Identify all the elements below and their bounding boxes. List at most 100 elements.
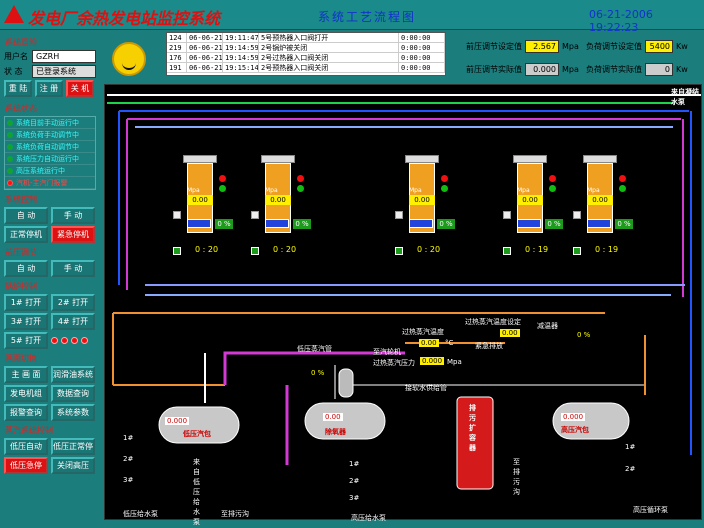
boiler-unit[interactable]: 0.00 Mpa 0 % 0 : 20 (173, 155, 233, 275)
motor-icon[interactable] (251, 247, 259, 255)
boiler-cap-icon (583, 155, 617, 163)
lube-oil-button[interactable]: 润滑油系统 (51, 366, 95, 383)
status-led-icon (549, 185, 556, 192)
boiler-pressure-unit: Mpa (265, 187, 278, 194)
system-params-button[interactable]: 系统参数 (51, 404, 95, 421)
boiler-pressure-value: 0.00 (587, 195, 613, 205)
deaerator-pct: 0 % (311, 369, 325, 377)
status-section-title: 系统状态 (5, 104, 37, 113)
normal-stop-button[interactable]: 正常停机 (4, 226, 48, 243)
register-button[interactable]: 注 册 (35, 80, 63, 97)
log-cell: 2号过热器入口阀关闭 (259, 53, 399, 62)
log-cell: 06-06-21 (189, 43, 223, 52)
boiler-pressure-value: 0.00 (187, 195, 213, 205)
boiler-pct: 0 % (615, 219, 633, 229)
front-pressure-actual-value: 0.000 (525, 63, 559, 76)
boiler-level-bar (187, 219, 211, 228)
boiler-pressure-unit: Mpa (517, 187, 530, 194)
control-sidebar: 系统冒险 用户名 GZRH 状 态 已登录系统 重 陆 注 册 关 机 系统状态… (0, 34, 100, 528)
boiler-level-bar (517, 219, 541, 228)
furnace-2-open-button[interactable]: 2# 打开 (51, 294, 95, 311)
manual-button[interactable]: 手 动 (51, 207, 95, 224)
log-cell: 0:00:00 (399, 63, 445, 72)
motor-icon[interactable] (503, 247, 511, 255)
motor-icon[interactable] (173, 247, 181, 255)
circ-pump-2-label: 2# (625, 465, 636, 473)
log-cell: 19:14:59 (225, 43, 259, 52)
boiler-unit[interactable]: 0.00 Mpa 0 % 0 : 19 (573, 155, 633, 275)
boiler-level-bar (587, 219, 611, 228)
front-pressure-setpoint-value[interactable]: 2.567 (525, 40, 559, 53)
motor-icon[interactable] (395, 247, 403, 255)
log-cell: 0:00:00 (399, 43, 445, 52)
emergency-stop-button[interactable]: 紧急停机 (51, 226, 95, 243)
boiler-unit[interactable]: 0.00 Mpa 0 % 0 : 20 (251, 155, 311, 275)
valve-icon[interactable] (395, 211, 403, 219)
furnace-3-open-button[interactable]: 3# 打开 (4, 313, 48, 330)
alarm-query-button[interactable]: 报警查询 (4, 404, 48, 421)
valve-icon[interactable] (173, 211, 181, 219)
status-led-icon (441, 175, 448, 182)
relogin-button[interactable]: 重 陆 (4, 80, 32, 97)
main-screen-button[interactable]: 主 画 面 (4, 366, 48, 383)
boiler-unit[interactable]: 0.00 Mpa 0 % 0 : 20 (395, 155, 455, 275)
low-feed-pump-label: 低压给水泵 (123, 510, 158, 518)
login-status-field: 已登录系统 (32, 65, 96, 78)
control-section-title: 系统控制 (5, 195, 37, 204)
superheat-setting-value[interactable]: 0.00 (500, 329, 520, 337)
status-led-icon (219, 175, 226, 182)
pressure-manual-button[interactable]: 手 动 (51, 260, 95, 277)
process-flow-diagram: 来自凝结水泵 0.00 Mpa 0 % 0 : 20 0.00 Mpa 0 % 0 : 20 0… (104, 84, 702, 526)
data-query-button[interactable]: 数据查询 (51, 385, 95, 402)
high-pump-2-label: 2# (349, 477, 360, 485)
furnace-1-open-button[interactable]: 1# 打开 (4, 294, 48, 311)
pipe-network (107, 94, 701, 490)
blowdown-tank-label: 排污扩容器 (469, 404, 476, 452)
mascot-icon (112, 42, 146, 76)
valve-icon[interactable] (251, 211, 259, 219)
furnace-4-open-button[interactable]: 4# 打开 (51, 313, 95, 330)
load-setpoint-value[interactable]: 5400 (645, 40, 673, 53)
high-drum-value: 0.000 (561, 413, 586, 421)
to-drain-label: 至排污沟 (221, 510, 249, 518)
log-cell: 19:11:47 (225, 33, 259, 42)
status-led-icon (549, 175, 556, 182)
high-feed-pump-label: 高压给水泵 (351, 514, 386, 522)
status-label: 状 态 (4, 67, 23, 76)
pressure-auto-button[interactable]: 自 动 (4, 260, 48, 277)
low-drum-value: 0.000 (165, 417, 190, 425)
front-pressure-actual: 前压调节实际值 0.000 Mpa (466, 63, 579, 76)
status-led-icon (297, 175, 304, 182)
boiler-counter: 0 : 19 (595, 245, 619, 254)
auto-button[interactable]: 自 动 (4, 207, 48, 224)
load-setpoint: 负荷调节设定值 5400 Kw (586, 40, 688, 53)
boiler-pct: 0 % (545, 219, 563, 229)
logo-icon (4, 5, 24, 23)
furnace-5-open-button[interactable]: 5# 打开 (4, 332, 48, 349)
username-field[interactable]: GZRH (32, 50, 96, 63)
valve-icon[interactable] (573, 211, 581, 219)
generator-button[interactable]: 发电机组 (4, 385, 48, 402)
boiler-unit[interactable]: 0.00 Mpa 0 % 0 : 19 (503, 155, 563, 275)
boiler-counter: 0 : 20 (417, 245, 441, 254)
log-row[interactable]: 124 06-06-21 19:11:47 5号预热器入口阀打开 0:00:00 (167, 33, 445, 43)
log-row[interactable]: 191 06-06-21 19:15:14 2号预热器入口阀关闭 0:00:00 (167, 63, 445, 73)
low-pressure-normal-stop-button[interactable]: 低压正常停 (51, 438, 95, 455)
boiler-pct: 0 % (437, 219, 455, 229)
valve-icon[interactable] (503, 211, 511, 219)
to-blowdown-label: 至排污沟 (513, 458, 520, 496)
log-cell: 0:00:00 (399, 33, 445, 42)
event-log[interactable]: 124 06-06-21 19:11:47 5号预热器入口阀打开 0:00:00 219 0… (166, 32, 446, 76)
log-row[interactable]: 219 06-06-21 19:14:59 2号锅炉被关闭 0:00:00 (167, 43, 445, 53)
low-pressure-auto-button[interactable]: 低压自动 (4, 438, 48, 455)
status-item-alarm: 汽机-主汽门报警 (5, 177, 95, 189)
low-pressure-emergency-button[interactable]: 低压急停 (4, 457, 48, 474)
log-row[interactable]: 176 06-06-21 19:14:59 2号过热器入口阀关闭 0:00:00 (167, 53, 445, 63)
close-high-pressure-button[interactable]: 关闭高压 (51, 457, 95, 474)
boiler-pct: 0 % (215, 219, 233, 229)
motor-icon[interactable] (573, 247, 581, 255)
boiler-counter: 0 : 19 (525, 245, 549, 254)
shutdown-button[interactable]: 关 机 (66, 80, 94, 97)
feedwater-pipe-label: 接软水供给管 (405, 384, 447, 392)
boiler-pressure-value: 0.00 (517, 195, 543, 205)
